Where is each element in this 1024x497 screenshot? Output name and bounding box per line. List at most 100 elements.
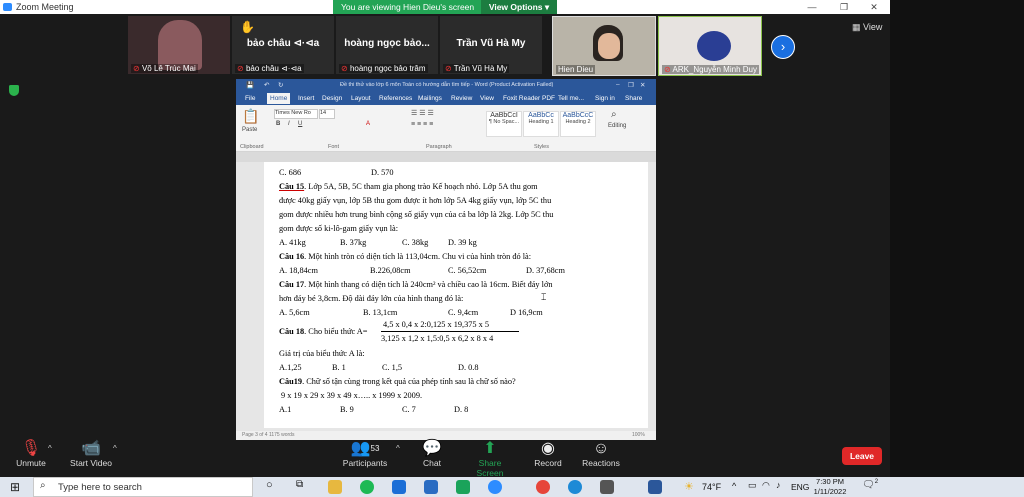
tab-home[interactable]: Home xyxy=(267,93,291,104)
paste-label[interactable]: Paste xyxy=(242,127,257,133)
word-close-icon[interactable]: ✕ xyxy=(640,81,645,89)
volume-icon[interactable]: ♪ xyxy=(776,480,781,490)
tab-layout[interactable]: Layout xyxy=(351,95,371,102)
spotify-icon[interactable] xyxy=(360,480,374,494)
participant-name: Hien Dieu xyxy=(558,65,594,74)
next-page-button[interactable]: › xyxy=(771,35,795,59)
share-button[interactable]: Share xyxy=(625,95,642,102)
dropbox-icon[interactable] xyxy=(392,480,406,494)
fraction-numerator: 4,5 x 0,4 x 2:0,125 x 19,375 x 5 xyxy=(383,320,490,329)
unmute-button[interactable]: 🎙 Unmute xyxy=(14,440,48,468)
word-ribbon: 📋 Paste Times New Ro 14 B I U A ☰ ☰ ☰ ≡ … xyxy=(236,105,656,152)
wifi-icon[interactable]: ◠ xyxy=(762,480,770,491)
word-title-bar: 💾 ↶ ↻ Đề thi thử vào lớp 6 môn Toán có h… xyxy=(236,79,656,92)
participant-tile[interactable]: ✋ bảo châu ⊲·⊲a ⊘ bảo châu ⊲·⊲a xyxy=(232,16,334,74)
calculator-icon[interactable] xyxy=(600,480,614,494)
tab-insert[interactable]: Insert xyxy=(298,95,314,102)
cortana-icon[interactable]: ○ xyxy=(266,479,273,491)
chat-button[interactable]: 💬 Chat xyxy=(418,440,446,468)
task-view-icon[interactable]: ⧉ xyxy=(296,479,303,490)
reactions-button[interactable]: ☺ Reactions xyxy=(580,440,622,468)
bullets-icon[interactable]: ☰ ☰ ☰ xyxy=(411,109,434,117)
search-icon[interactable]: ⌕ xyxy=(611,109,617,120)
zoom-level[interactable]: 100% xyxy=(632,432,645,438)
windows-start-icon[interactable]: ⊞ xyxy=(10,480,20,494)
participant-label: ⊘ ARK_Nguyễn Minh Duy xyxy=(662,65,759,74)
tab-design[interactable]: Design xyxy=(322,95,342,102)
participant-tile[interactable]: Trần Vũ Hà My ⊘ Trần Vũ Hà My xyxy=(440,16,542,74)
participant-tile[interactable]: Hien Dieu xyxy=(552,16,656,76)
save-icon[interactable]: 💾 xyxy=(246,81,254,89)
option-text: A. 5,6cm xyxy=(279,308,310,317)
help-icon[interactable] xyxy=(648,480,662,494)
word-window: 💾 ↶ ↻ Đề thi thử vào lớp 6 môn Toán có h… xyxy=(236,79,656,440)
taskbar-clock[interactable]: 7:30 PM 1/11/2022 xyxy=(807,477,853,497)
close-icon[interactable]: ✕ xyxy=(862,0,886,14)
participants-button[interactable]: 👥53 Participants xyxy=(340,440,390,468)
font-size-select[interactable]: 14 xyxy=(319,109,335,119)
style-name: ¶ No Spac... xyxy=(488,119,520,125)
participant-tile[interactable]: hoàng ngọc bảo... ⊘ hoàng ngọc bảo trâm xyxy=(336,16,438,74)
style-heading2[interactable]: AaBbCcC Heading 2 xyxy=(560,111,596,137)
participant-tile[interactable]: ⊘ Võ Lê Trúc Mai xyxy=(128,16,230,74)
question-text: Giá trị của biểu thức A là: xyxy=(279,349,365,358)
italic-button[interactable]: I xyxy=(288,121,290,127)
taskbar-search-box[interactable]: ⌕ Type here to search xyxy=(33,477,253,497)
word-minimize-icon[interactable]: – xyxy=(616,81,620,88)
word-restore-icon[interactable]: ❐ xyxy=(628,81,634,89)
tray-chevron-icon[interactable]: ^ xyxy=(732,481,736,491)
font-color-button[interactable]: A xyxy=(366,121,370,127)
font-name-select[interactable]: Times New Ro xyxy=(274,109,318,119)
redo-icon[interactable]: ↻ xyxy=(278,81,283,89)
record-button[interactable]: ◉ Record xyxy=(530,440,566,468)
participant-name: bảo châu ⊲·⊲a xyxy=(245,64,302,73)
share-screen-button[interactable]: ⬆ Share Screen xyxy=(465,440,515,478)
restore-icon[interactable]: ❐ xyxy=(832,0,856,14)
question-text: gom được nhiều hơn trung bình cộng số gi… xyxy=(279,210,554,219)
editing-label[interactable]: Editing xyxy=(608,123,626,129)
mail-icon[interactable] xyxy=(424,480,438,494)
option-text: A.1 xyxy=(279,405,292,414)
file-explorer-icon[interactable] xyxy=(328,480,342,494)
tab-review[interactable]: Review xyxy=(451,95,472,102)
ruler[interactable] xyxy=(236,152,656,162)
sign-in-link[interactable]: Sign in xyxy=(595,95,615,102)
tab-foxit[interactable]: Foxit Reader PDF xyxy=(503,95,555,102)
tab-view[interactable]: View xyxy=(480,95,494,102)
zoom-app-icon[interactable] xyxy=(488,480,502,494)
network-icon[interactable]: ▭ xyxy=(748,480,757,491)
tab-mailings[interactable]: Mailings xyxy=(418,95,442,102)
bold-button[interactable]: B xyxy=(276,121,280,127)
underline-button[interactable]: U xyxy=(298,121,302,127)
leave-button[interactable]: Leave xyxy=(842,447,882,465)
style-normal[interactable]: AaBbCcI ¶ No Spac... xyxy=(486,111,522,137)
shield-icon[interactable] xyxy=(9,85,19,96)
view-options-button[interactable]: View Options ▾ xyxy=(481,0,557,14)
tell-me-box[interactable]: Tell me... xyxy=(558,95,584,102)
green-app-icon[interactable] xyxy=(456,480,470,494)
participant-tile[interactable]: ⊘ ARK_Nguyễn Minh Duy xyxy=(658,16,762,76)
chevron-up-icon[interactable]: ^ xyxy=(113,444,117,453)
tab-references[interactable]: References xyxy=(379,95,412,102)
undo-icon[interactable]: ↶ xyxy=(264,81,269,89)
chevron-up-icon[interactable]: ^ xyxy=(48,444,52,453)
participant-name: hoàng ngọc bảo trâm xyxy=(349,64,426,73)
minimize-icon[interactable]: — xyxy=(800,0,824,14)
view-button[interactable]: ▦ View xyxy=(852,22,882,33)
share-screen-label: Share Screen xyxy=(476,458,504,478)
weather-temp[interactable]: 74°F xyxy=(702,482,721,492)
mic-muted-icon: ⊘ xyxy=(133,64,140,73)
participants-label: Participants xyxy=(342,458,388,468)
notification-icon[interactable]: 🗨2 xyxy=(862,479,878,490)
chrome-icon[interactable] xyxy=(536,480,550,494)
edge-icon[interactable] xyxy=(568,480,582,494)
paste-icon[interactable]: 📋 xyxy=(242,108,259,125)
align-icon[interactable]: ≡ ≡ ≡ ≡ xyxy=(411,121,433,128)
tab-file[interactable]: File xyxy=(245,95,255,102)
start-video-button[interactable]: 📹 Start Video xyxy=(68,440,114,468)
reactions-icon: ☺ xyxy=(592,440,610,457)
style-heading1[interactable]: AaBbCc Heading 1 xyxy=(523,111,559,137)
chevron-up-icon[interactable]: ^ xyxy=(396,444,400,453)
document-page[interactable]: C. 686 D. 570 Câu 15. Lớp 5A, 5B, 5C tha… xyxy=(264,162,648,428)
fraction-bar xyxy=(381,331,519,332)
